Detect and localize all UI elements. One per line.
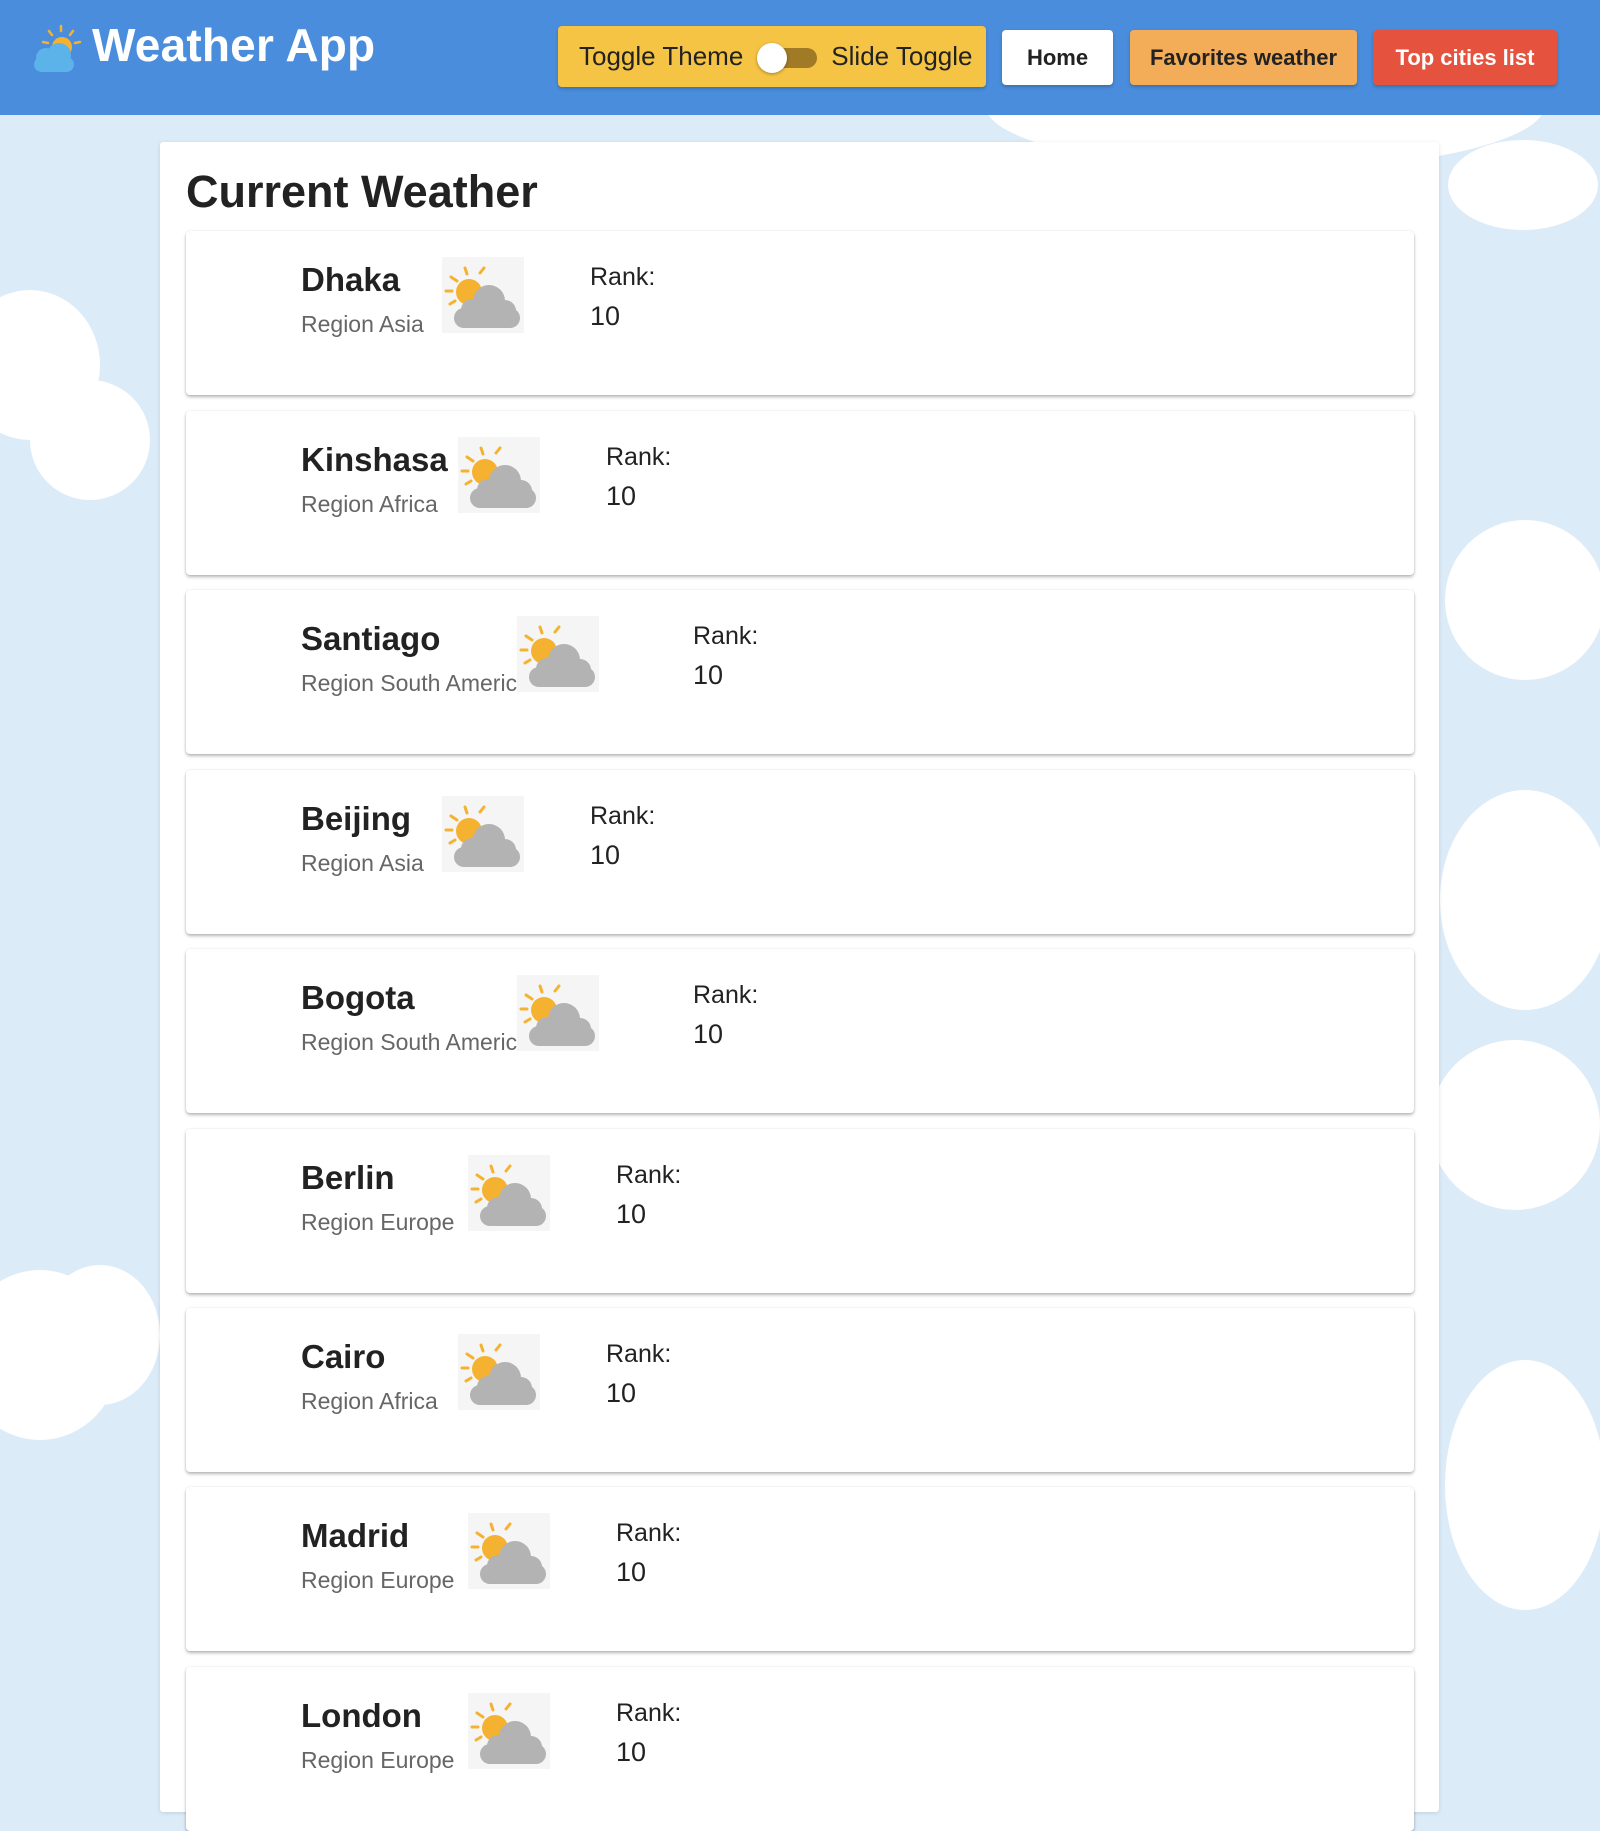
partly-cloudy-icon: [468, 1155, 550, 1231]
partly-cloudy-icon: [468, 1513, 550, 1589]
background-cloud: [1440, 790, 1600, 1010]
rank-value: 10: [606, 481, 637, 511]
rank-label: Rank:: [616, 1519, 682, 1547]
slide-toggle-thumb[interactable]: [757, 42, 788, 73]
rank-label: Rank:: [590, 802, 656, 830]
rank-label: Rank:: [616, 1699, 682, 1727]
current-weather-panel: Current Weather Dhaka Region Asia Rank: …: [160, 142, 1439, 1831]
toggle-theme-label: Toggle Theme: [579, 41, 744, 71]
city-region: Region Asia: [301, 850, 424, 876]
city-region: Region Europe: [301, 1209, 455, 1235]
background-cloud: [1445, 520, 1600, 680]
city-card[interactable]: Santiago Region South America Rank: 10: [186, 590, 1414, 754]
toggle-theme-button[interactable]: Toggle Theme Slide Toggle: [558, 26, 986, 87]
city-name: Berlin: [301, 1159, 395, 1196]
city-card[interactable]: Berlin Region Europe Rank: 10: [186, 1129, 1414, 1293]
city-name: London: [301, 1697, 422, 1734]
city-name: Madrid: [301, 1517, 410, 1554]
city-name: Kinshasa: [301, 441, 448, 478]
rank-label: Rank:: [590, 263, 656, 291]
city-region: Region Europe: [301, 1747, 455, 1773]
city-region: Region Africa: [301, 1388, 438, 1414]
rank-label: Rank:: [606, 1340, 672, 1368]
partly-cloudy-icon: [517, 616, 599, 692]
rank-value: 10: [616, 1737, 647, 1767]
city-card[interactable]: Madrid Region Europe Rank: 10: [186, 1487, 1414, 1651]
rank-value: 10: [590, 840, 621, 870]
city-name: Dhaka: [301, 261, 401, 298]
slide-toggle-label: Slide Toggle: [831, 41, 973, 71]
partly-cloudy-icon: [458, 437, 540, 513]
city-card[interactable]: Cairo Region Africa Rank: 10: [186, 1308, 1414, 1472]
partly-cloudy-icon: [468, 1693, 550, 1769]
app-title: Weather App: [92, 19, 376, 71]
rank-value: 10: [693, 660, 724, 690]
partly-cloudy-icon: [442, 796, 524, 872]
partly-cloudy-icon: [442, 257, 524, 333]
city-card[interactable]: Kinshasa Region Africa Rank: 10: [186, 411, 1414, 575]
background-cloud: [1445, 1360, 1600, 1610]
city-name: Santiago: [301, 620, 441, 657]
city-name: Beijing: [301, 800, 412, 837]
slide-toggle-switch[interactable]: [757, 42, 818, 73]
city-card[interactable]: Beijing Region Asia Rank: 10: [186, 770, 1414, 934]
city-name: Bogota: [301, 979, 415, 1016]
city-card[interactable]: London Region Europe Rank: 10: [186, 1667, 1414, 1831]
background-cloud: [1448, 140, 1598, 230]
rank-label: Rank:: [693, 622, 759, 650]
city-region: Region South America: [301, 1029, 530, 1055]
rank-label: Rank:: [616, 1161, 682, 1189]
partly-cloudy-icon: [458, 1334, 540, 1410]
rank-label: Rank:: [693, 981, 759, 1009]
city-card[interactable]: Dhaka Region Asia Rank: 10: [186, 231, 1414, 395]
rank-value: 10: [590, 301, 621, 331]
background-cloud: [40, 1265, 160, 1405]
rank-label: Rank:: [606, 443, 672, 471]
city-name: Cairo: [301, 1338, 386, 1375]
city-card[interactable]: Bogota Region South America Rank: 10: [186, 949, 1414, 1113]
rank-value: 10: [606, 1378, 637, 1408]
city-region: Region Africa: [301, 491, 438, 517]
top-cities-list-button[interactable]: Top cities list: [1373, 30, 1557, 85]
city-region: Region Europe: [301, 1567, 455, 1593]
rank-value: 10: [693, 1019, 724, 1049]
partly-cloudy-icon: [34, 24, 82, 72]
home-button[interactable]: Home: [1002, 30, 1113, 85]
city-region: Region South America: [301, 670, 530, 696]
background-cloud: [1430, 1040, 1600, 1210]
rank-value: 10: [616, 1199, 647, 1229]
partly-cloudy-icon: [517, 975, 599, 1051]
favorites-weather-button[interactable]: Favorites weather: [1130, 30, 1357, 85]
city-region: Region Asia: [301, 311, 424, 337]
rank-value: 10: [616, 1557, 647, 1587]
background-cloud: [30, 380, 150, 500]
app-header: Weather App Toggle Theme Slide Toggle Ho…: [0, 0, 1600, 115]
page-title: Current Weather: [186, 166, 538, 217]
